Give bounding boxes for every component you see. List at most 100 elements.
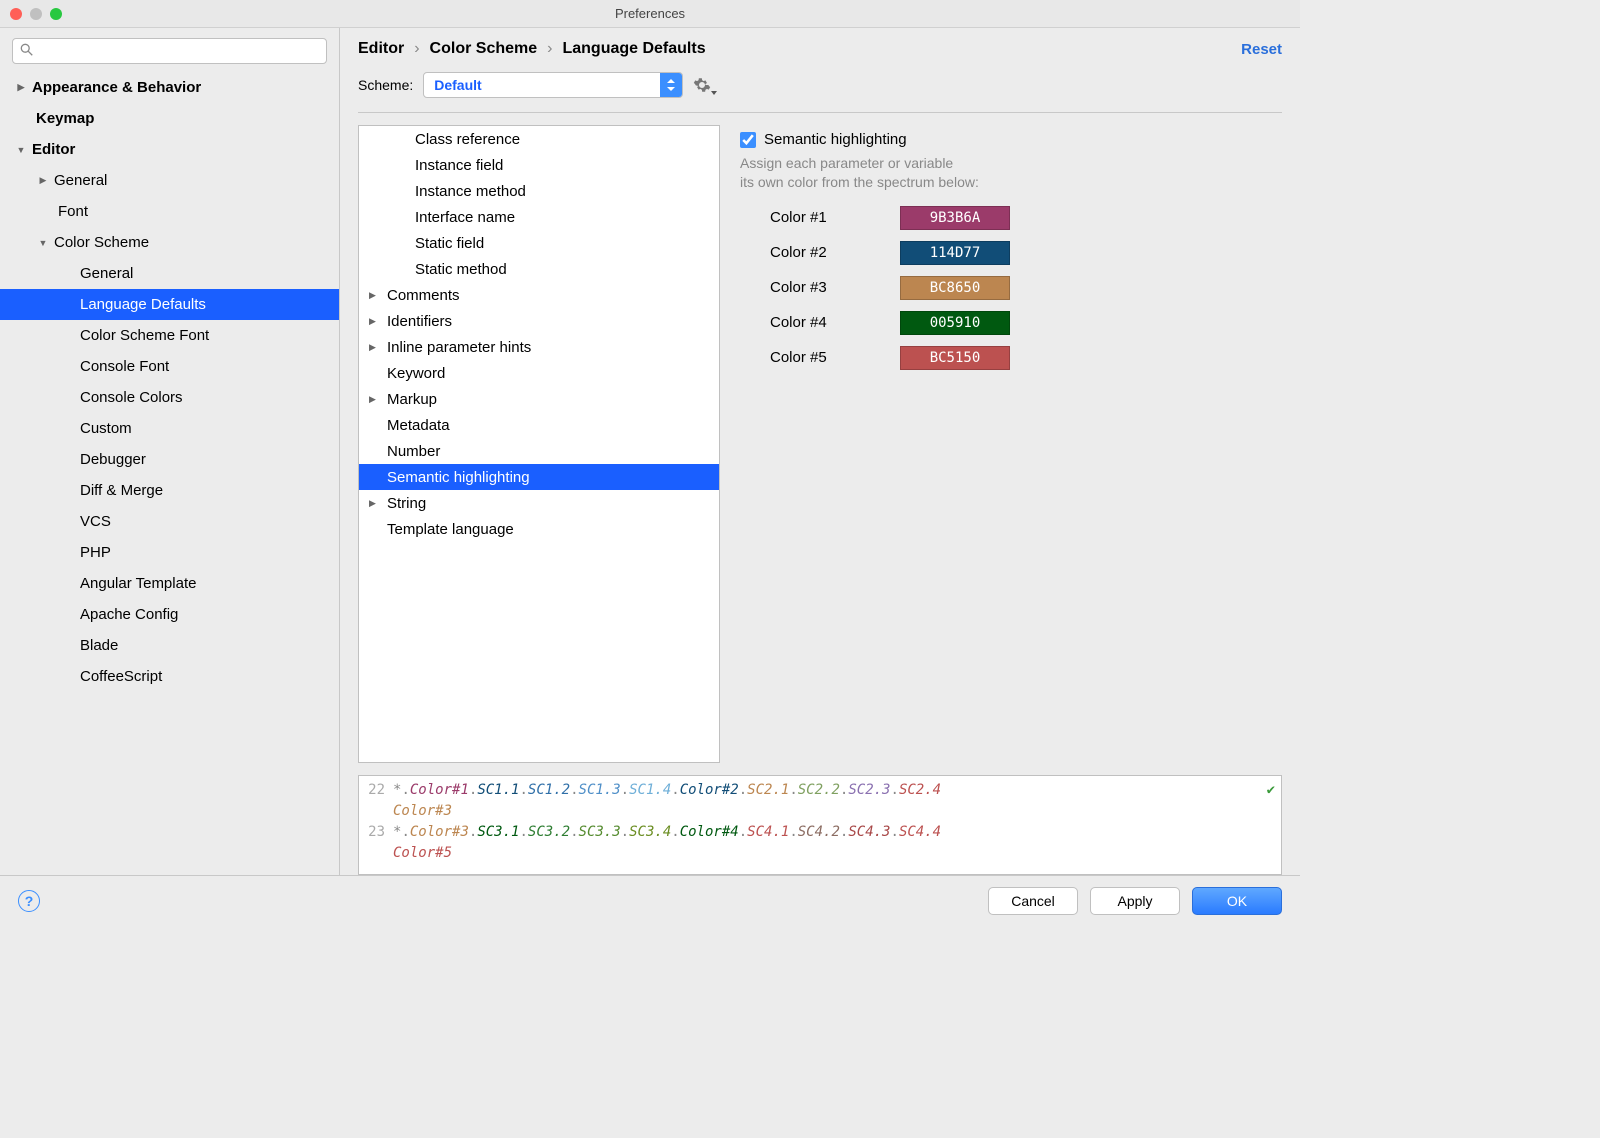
preview-token: SC1.1 xyxy=(477,782,519,798)
preview-token: SC4.3 xyxy=(848,824,890,840)
attribute-item[interactable]: Template language xyxy=(359,516,719,542)
attributes-tree[interactable]: Class reference Instance fieldInstance me… xyxy=(358,125,720,763)
preview-token: SC2.4 xyxy=(899,782,941,798)
window-close-button[interactable] xyxy=(10,8,22,20)
gear-icon[interactable] xyxy=(693,76,711,94)
sidebar-item[interactable]: ▼Color Scheme xyxy=(0,227,339,258)
attribute-item[interactable]: Class reference xyxy=(359,126,719,152)
attribute-item[interactable]: Static method xyxy=(359,256,719,282)
preview-token-separator: . xyxy=(789,782,797,798)
attribute-item[interactable]: ▶Inline parameter hints xyxy=(359,334,719,360)
chevron-down-icon: ▼ xyxy=(16,145,26,155)
color-swatch[interactable]: BC8650 xyxy=(900,276,1010,300)
sidebar-item[interactable]: ▶General xyxy=(0,165,339,196)
preview-token: SC4.4 xyxy=(899,824,941,840)
sidebar-item[interactable]: Debugger xyxy=(0,444,339,475)
sidebar-item-label: VCS xyxy=(80,513,111,530)
chevron-right-icon: ▶ xyxy=(369,394,381,405)
breadcrumb-seg-color-scheme: Color Scheme xyxy=(430,40,538,58)
sidebar-item[interactable]: Blade xyxy=(0,630,339,661)
sidebar-item[interactable]: ▶Appearance & Behavior xyxy=(0,72,339,103)
sidebar-item[interactable]: General xyxy=(0,258,339,289)
spacer xyxy=(369,521,381,538)
sidebar-item[interactable]: Console Font xyxy=(0,351,339,382)
inspection-ok-icon: ✔ xyxy=(1267,780,1275,801)
color-swatch[interactable]: 005910 xyxy=(900,311,1010,335)
preview-token: SC4.1 xyxy=(747,824,789,840)
sidebar-item-label: Blade xyxy=(80,637,118,654)
sidebar-item[interactable]: Color Scheme Font xyxy=(0,320,339,351)
attribute-item-label: Template language xyxy=(387,521,514,538)
window-title: Preferences xyxy=(0,6,1300,21)
sidebar-item[interactable]: Apache Config xyxy=(0,599,339,630)
chevron-right-icon: ▶ xyxy=(38,176,48,186)
spacer xyxy=(369,469,381,486)
sidebar-item[interactable]: Angular Template xyxy=(0,568,339,599)
attribute-item[interactable]: Interface name xyxy=(359,204,719,230)
color-swatch[interactable]: 114D77 xyxy=(900,241,1010,265)
attribute-item-label: Class reference xyxy=(415,131,520,148)
semantic-highlighting-checkbox[interactable] xyxy=(740,132,756,148)
color-swatch[interactable]: 9B3B6A xyxy=(900,206,1010,230)
preview-token: SC2.2 xyxy=(798,782,840,798)
search-input[interactable] xyxy=(12,38,327,64)
preview-token: SC1.3 xyxy=(579,782,621,798)
attribute-item[interactable]: Instance field xyxy=(359,152,719,178)
breadcrumb-seg-language-defaults: Language Defaults xyxy=(562,40,705,58)
attribute-item[interactable]: ▶Markup xyxy=(359,386,719,412)
sidebar-item[interactable]: Language Defaults xyxy=(0,289,339,320)
sidebar-tree[interactable]: ▶Appearance & BehaviorKeymap▼Editor▶Gene… xyxy=(0,72,339,875)
attribute-item[interactable]: Keyword xyxy=(359,360,719,386)
sidebar-item[interactable]: Diff & Merge xyxy=(0,475,339,506)
sidebar-item[interactable]: PHP xyxy=(0,537,339,568)
breadcrumb: Editor › Color Scheme › Language Default… xyxy=(358,40,706,58)
semantic-highlighting-description: Assign each parameter or variable its ow… xyxy=(740,154,1282,192)
preview-token: SC3.2 xyxy=(528,824,570,840)
window-minimize-button[interactable] xyxy=(30,8,42,20)
attribute-item[interactable]: Static field xyxy=(359,230,719,256)
sidebar-item-label: Color Scheme xyxy=(54,234,149,251)
sidebar-item-label: Keymap xyxy=(36,110,94,127)
sidebar-item[interactable]: VCS xyxy=(0,506,339,537)
attribute-item[interactable]: ▶Identifiers xyxy=(359,308,719,334)
reset-link[interactable]: Reset xyxy=(1241,41,1282,58)
apply-button[interactable]: Apply xyxy=(1090,887,1180,915)
color-swatch[interactable]: BC5150 xyxy=(900,346,1010,370)
chevron-right-icon: ▶ xyxy=(369,498,381,509)
sidebar-item-label: Custom xyxy=(80,420,132,437)
preview-token-separator: . xyxy=(621,824,629,840)
attribute-item[interactable]: Instance method xyxy=(359,178,719,204)
cancel-button[interactable]: Cancel xyxy=(988,887,1078,915)
sidebar-item[interactable]: Console Colors xyxy=(0,382,339,413)
scheme-select[interactable]: Default xyxy=(423,72,683,98)
chevron-right-icon: ▶ xyxy=(16,83,26,93)
attribute-item[interactable]: Metadata xyxy=(359,412,719,438)
settings-panel: Semantic highlighting Assign each parame… xyxy=(740,125,1282,763)
color-row: Color #2114D77 xyxy=(770,241,1282,265)
preview-token: Color#3 xyxy=(393,803,452,819)
sidebar-item[interactable]: Custom xyxy=(0,413,339,444)
window-zoom-button[interactable] xyxy=(50,8,62,20)
sidebar-item[interactable]: Keymap xyxy=(0,103,339,134)
divider xyxy=(358,112,1282,113)
attribute-item[interactable]: ▶Comments xyxy=(359,282,719,308)
preview-token-separator: . xyxy=(570,782,578,798)
content-panel: Editor › Color Scheme › Language Default… xyxy=(340,28,1300,875)
preview-editor[interactable]: ✔ 22*.Color#1.SC1.1.SC1.2.SC1.3.SC1.4.Co… xyxy=(358,775,1282,875)
sidebar-item[interactable]: Font xyxy=(0,196,339,227)
attribute-item[interactable]: ▶String xyxy=(359,490,719,516)
main-area: ▶Appearance & BehaviorKeymap▼Editor▶Gene… xyxy=(0,28,1300,875)
sidebar-item-label: Debugger xyxy=(80,451,146,468)
sidebar-item[interactable]: ▼Editor xyxy=(0,134,339,165)
help-button[interactable]: ? xyxy=(18,890,40,912)
preview-line: 23*.Color#3.SC3.1.SC3.2.SC3.3.SC3.4.Colo… xyxy=(359,822,1273,864)
sidebar-item[interactable]: CoffeeScript xyxy=(0,661,339,692)
color-row: Color #4005910 xyxy=(770,311,1282,335)
attribute-item-label: Number xyxy=(387,443,440,460)
attribute-item[interactable]: Semantic highlighting xyxy=(359,464,719,490)
attribute-item-label: Metadata xyxy=(387,417,450,434)
ok-button[interactable]: OK xyxy=(1192,887,1282,915)
attribute-item[interactable]: Number xyxy=(359,438,719,464)
gutter-line-number: 23 xyxy=(359,822,393,843)
preview-token: SC1.4 xyxy=(629,782,671,798)
